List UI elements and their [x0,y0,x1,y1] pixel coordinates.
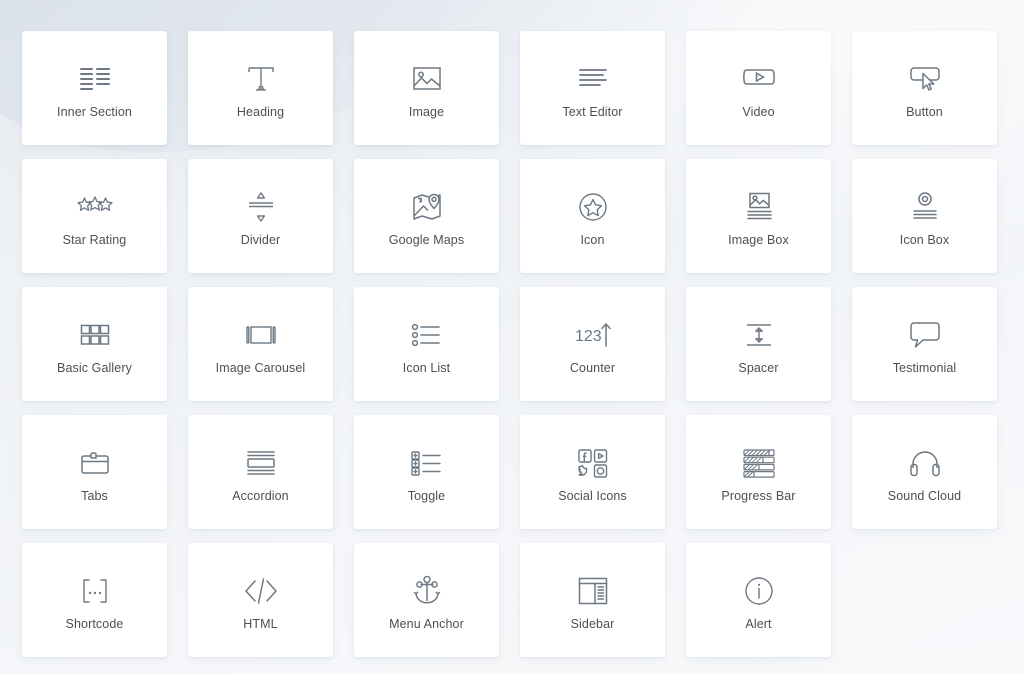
shortcode-icon [77,569,113,613]
widget-card-image-box[interactable]: Image Box [686,159,831,273]
widget-card-inner-section[interactable]: Inner Section [22,31,167,145]
widget-label: Icon Box [899,232,950,247]
widget-label: Menu Anchor [389,616,464,631]
widget-label: Icon [580,232,605,247]
sidebar-icon [577,569,609,613]
divider-icon [246,185,276,229]
widget-label: Button [906,104,943,119]
heading-icon [245,57,277,101]
widget-card-icon-box[interactable]: Icon Box [852,159,997,273]
widget-card-icon[interactable]: Icon [520,159,665,273]
widget-card-divider[interactable]: Divider [188,159,333,273]
image-box-icon [743,185,775,229]
widget-card-video[interactable]: Video [686,31,831,145]
google-maps-icon [411,185,443,229]
widget-card-text-editor[interactable]: Text Editor [520,31,665,145]
widget-label: Video [742,104,775,119]
testimonial-icon [909,313,941,357]
widget-card-image[interactable]: Image [354,31,499,145]
menu-anchor-icon [412,569,442,613]
progress-bar-icon [742,441,776,485]
widget-card-social-icons[interactable]: Social Icons [520,415,665,529]
widget-label: Image Carousel [215,360,306,375]
widget-label: Inner Section [57,104,132,119]
text-editor-icon [577,57,609,101]
widget-card-alert[interactable]: Alert [686,543,831,657]
video-icon [742,57,776,101]
social-icons-icon [577,441,609,485]
widget-label: Sidebar [570,616,615,631]
sound-cloud-icon [909,441,941,485]
widget-card-html[interactable]: HTML [188,543,333,657]
widget-label: Toggle [407,488,446,503]
widget-label: Shortcode [65,616,124,631]
spacer-icon [744,313,774,357]
icon-box-icon [909,185,941,229]
svg-text:123: 123 [575,328,602,345]
html-icon [243,569,279,613]
toggle-icon [410,441,444,485]
widget-card-tabs[interactable]: Tabs [22,415,167,529]
button-icon [908,57,942,101]
widget-card-heading[interactable]: Heading [188,31,333,145]
widget-label: Progress Bar [721,488,796,503]
widget-card-shortcode[interactable]: Shortcode [22,543,167,657]
widget-card-google-maps[interactable]: Google Maps [354,159,499,273]
widget-label: Social Icons [558,488,627,503]
widget-label: Tabs [81,488,108,503]
widget-card-sidebar[interactable]: Sidebar [520,543,665,657]
widget-card-basic-gallery[interactable]: Basic Gallery [22,287,167,401]
widget-card-spacer[interactable]: Spacer [686,287,831,401]
icon-star-circle-icon [577,185,609,229]
widget-label: Spacer [738,360,779,375]
widget-label: Basic Gallery [57,360,132,375]
star-rating-icon [76,185,114,229]
tabs-icon [79,441,111,485]
accordion-icon [244,441,278,485]
widget-card-progress-bar[interactable]: Progress Bar [686,415,831,529]
widget-card-toggle[interactable]: Toggle [354,415,499,529]
widget-card-testimonial[interactable]: Testimonial [852,287,997,401]
widget-label: Icon List [402,360,451,375]
image-carousel-icon [242,313,280,357]
icon-list-icon [410,313,444,357]
widget-label: Divider [240,232,281,247]
widget-card-accordion[interactable]: Accordion [188,415,333,529]
alert-icon [743,569,775,613]
widget-card-button[interactable]: Button [852,31,997,145]
widget-card-icon-list[interactable]: Icon List [354,287,499,401]
inner-section-icon [78,57,112,101]
counter-icon: 123 [573,313,613,357]
widget-grid: Inner Section Heading Image Text Editor … [0,0,1024,657]
widget-label: Alert [745,616,772,631]
widget-label: Accordion [232,488,289,503]
widget-label: Google Maps [388,232,465,247]
widget-label: Image Box [728,232,789,247]
basic-gallery-icon [79,313,111,357]
image-icon [411,57,443,101]
widget-card-menu-anchor[interactable]: Menu Anchor [354,543,499,657]
widget-label: Image [408,104,445,119]
widget-label: Star Rating [62,232,127,247]
widget-label: Testimonial [892,360,957,375]
widget-card-star-rating[interactable]: Star Rating [22,159,167,273]
widget-label: Heading [236,104,285,119]
widget-label: Sound Cloud [887,488,962,503]
widget-card-sound-cloud[interactable]: Sound Cloud [852,415,997,529]
widget-label: Text Editor [562,104,623,119]
widget-card-counter[interactable]: 123 Counter [520,287,665,401]
widget-label: Counter [569,360,616,375]
widget-label: HTML [243,616,278,631]
widget-card-image-carousel[interactable]: Image Carousel [188,287,333,401]
